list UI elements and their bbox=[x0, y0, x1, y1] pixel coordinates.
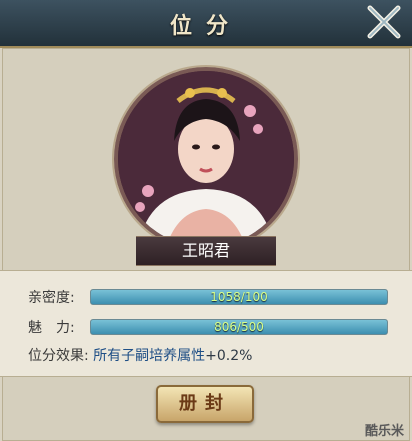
watermark-logo: 酷乐米 bbox=[364, 424, 404, 439]
title-bar: 位分 bbox=[0, 0, 412, 48]
close-icon bbox=[367, 5, 401, 39]
rank-dialog: 位分 王昭君 亲密度: 1058/100 魅 力: 806/500 位分效果: … bbox=[0, 0, 412, 441]
charm-value: 806/500 bbox=[214, 320, 264, 334]
effect-value: 所有子嗣培养属性 bbox=[93, 348, 206, 364]
intimacy-value: 1058/100 bbox=[210, 290, 268, 304]
effect-bonus: +0.2% bbox=[205, 348, 253, 364]
intimacy-bar: 1058/100 bbox=[90, 289, 388, 305]
intimacy-label: 亲密度: bbox=[28, 290, 75, 306]
rank-effect: 位分效果: 所有子嗣培养属性+0.2% bbox=[28, 345, 252, 365]
charm-label: 魅 力: bbox=[28, 320, 75, 336]
close-button[interactable] bbox=[366, 4, 402, 40]
confer-button[interactable]: 册封 bbox=[156, 385, 254, 423]
charm-bar: 806/500 bbox=[90, 319, 388, 335]
dialog-title: 位分 bbox=[169, 14, 242, 39]
effect-label: 位分效果: bbox=[28, 348, 89, 364]
character-name: 王昭君 bbox=[136, 236, 276, 266]
character-portrait bbox=[114, 67, 298, 251]
portrait-image bbox=[118, 71, 294, 247]
